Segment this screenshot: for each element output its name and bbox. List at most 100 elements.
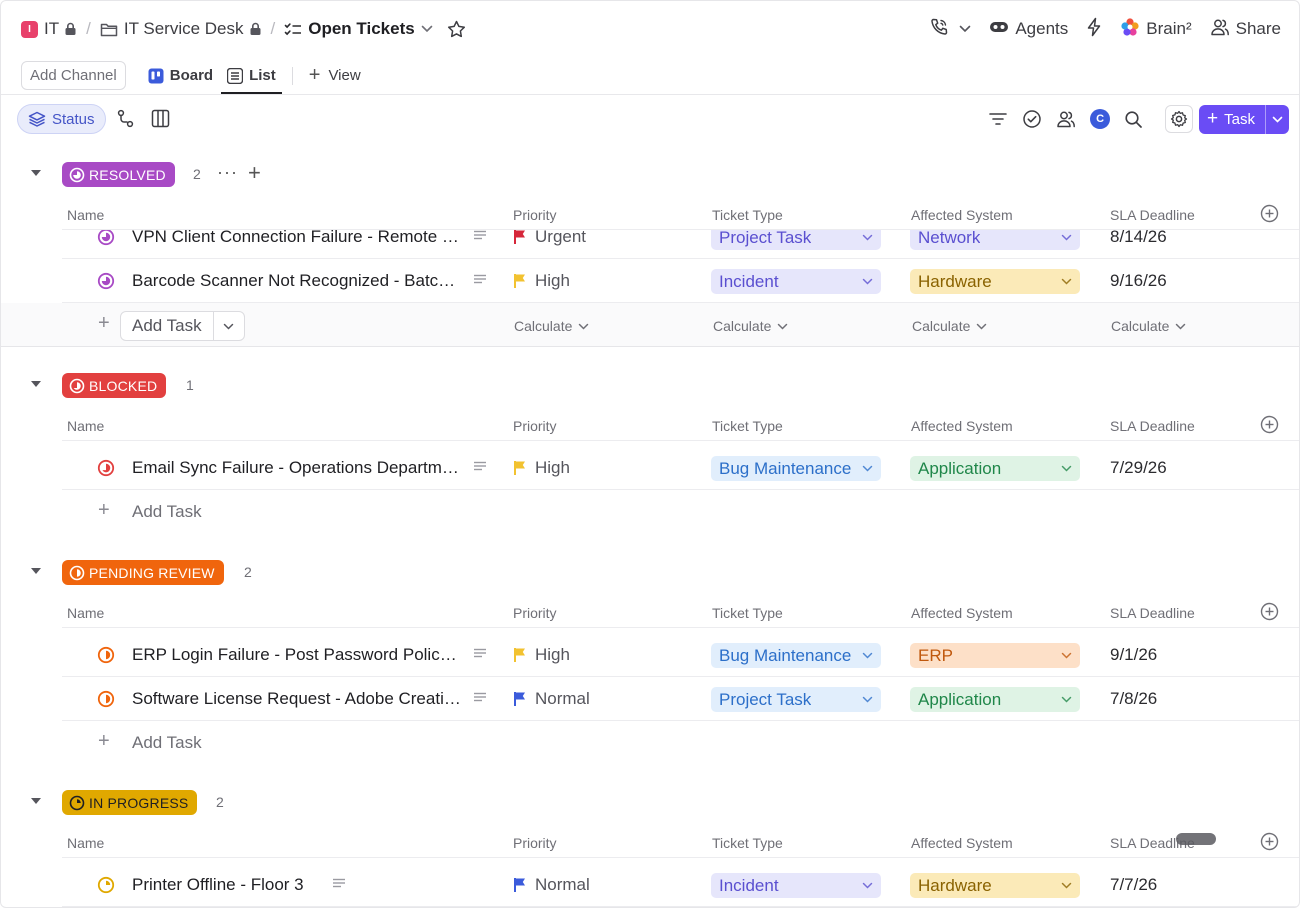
status-badge-pending-review[interactable]: PENDING REVIEW bbox=[62, 560, 224, 585]
automations-button[interactable] bbox=[1086, 17, 1102, 42]
ticket-type-dropdown[interactable]: Bug Maintenance bbox=[711, 456, 881, 481]
sla-deadline[interactable]: 9/1/26 bbox=[1110, 645, 1157, 665]
plus-icon[interactable]: + bbox=[98, 730, 110, 753]
settings-button[interactable] bbox=[1165, 105, 1194, 133]
table-row[interactable]: ERP Login Failure - Post Password Policy… bbox=[1, 633, 1299, 677]
search-icon[interactable] bbox=[1124, 110, 1143, 129]
status-blocked-icon[interactable] bbox=[97, 459, 115, 477]
add-column-icon[interactable] bbox=[1260, 832, 1279, 854]
status-badge-in-progress[interactable]: IN PROGRESS bbox=[62, 790, 198, 815]
add-view-button[interactable]: + View bbox=[309, 64, 361, 87]
add-column-icon[interactable] bbox=[1260, 415, 1279, 437]
col-ticket-type[interactable]: Ticket Type bbox=[712, 835, 783, 851]
task-name[interactable]: Barcode Scanner Not Recognized - Batch S… bbox=[132, 271, 462, 291]
col-priority[interactable]: Priority bbox=[513, 418, 557, 434]
col-sla-deadline[interactable]: SLA Deadline bbox=[1110, 418, 1195, 434]
new-task-dropdown[interactable] bbox=[1265, 104, 1289, 134]
table-row[interactable]: VPN Client Connection Failure - Remote U… bbox=[1, 230, 1299, 259]
col-affected-system[interactable]: Affected System bbox=[911, 835, 1013, 851]
col-name[interactable]: Name bbox=[67, 418, 104, 434]
add-task-label[interactable]: Add Task bbox=[132, 502, 202, 522]
ticket-type-dropdown[interactable]: Incident bbox=[711, 873, 881, 898]
sla-deadline[interactable]: 7/8/26 bbox=[1110, 689, 1157, 709]
priority-cell[interactable]: Normal bbox=[513, 689, 590, 709]
check-circle-icon[interactable] bbox=[1022, 109, 1042, 129]
col-ticket-type[interactable]: Ticket Type bbox=[712, 605, 783, 621]
status-pending-icon[interactable] bbox=[97, 646, 115, 664]
task-name[interactable]: Email Sync Failure - Operations Departme… bbox=[132, 458, 462, 478]
chevron-down-icon[interactable] bbox=[214, 323, 244, 330]
table-row[interactable]: Barcode Scanner Not Recognized - Batch S… bbox=[1, 259, 1299, 303]
share-button[interactable]: Share bbox=[1210, 18, 1281, 41]
collapse-caret-icon[interactable] bbox=[30, 380, 42, 388]
ticket-type-dropdown[interactable]: Bug Maintenance bbox=[711, 643, 881, 668]
col-ticket-type[interactable]: Ticket Type bbox=[712, 418, 783, 434]
chevron-down-icon[interactable] bbox=[959, 25, 971, 33]
collapse-caret-icon[interactable] bbox=[30, 567, 42, 575]
new-task-button[interactable]: + Task bbox=[1199, 104, 1289, 134]
task-name[interactable]: VPN Client Connection Failure - Remote U… bbox=[132, 230, 462, 247]
col-ticket-type[interactable]: Ticket Type bbox=[712, 207, 783, 223]
col-affected-system[interactable]: Affected System bbox=[911, 207, 1013, 223]
ticket-type-dropdown[interactable]: Incident bbox=[711, 269, 881, 294]
filter-icon[interactable] bbox=[988, 111, 1008, 127]
tab-board[interactable]: Board bbox=[148, 57, 213, 94]
add-channel-button[interactable]: Add Channel bbox=[21, 61, 126, 90]
col-name[interactable]: Name bbox=[67, 605, 104, 621]
priority-cell[interactable]: Normal bbox=[513, 875, 590, 895]
affected-system-dropdown[interactable]: Network bbox=[910, 230, 1080, 250]
table-row[interactable]: Email Sync Failure - Operations Departme… bbox=[1, 446, 1299, 490]
breadcrumb-current-list[interactable]: Open Tickets bbox=[308, 19, 414, 39]
tab-list[interactable]: List bbox=[221, 57, 282, 94]
star-icon[interactable] bbox=[447, 20, 466, 38]
breadcrumb-space[interactable]: IT Service Desk bbox=[124, 19, 244, 39]
calculate-sla-deadline[interactable]: Calculate bbox=[1111, 318, 1186, 334]
brain-button[interactable]: Brain² bbox=[1120, 17, 1192, 42]
table-row[interactable]: Software License Request - Adobe Creativ… bbox=[1, 677, 1299, 721]
affected-system-dropdown[interactable]: ERP bbox=[910, 643, 1080, 668]
priority-cell[interactable]: High bbox=[513, 645, 570, 665]
status-resolved-icon[interactable] bbox=[97, 272, 115, 290]
status-badge-resolved[interactable]: RESOLVED bbox=[62, 162, 175, 187]
affected-system-dropdown[interactable]: Application bbox=[910, 456, 1080, 481]
assignees-icon[interactable] bbox=[1056, 110, 1076, 128]
call-button[interactable] bbox=[929, 17, 971, 42]
priority-cell[interactable]: High bbox=[513, 458, 570, 478]
priority-cell[interactable]: Urgent bbox=[513, 230, 586, 247]
calculate-affected-system[interactable]: Calculate bbox=[912, 318, 987, 334]
sla-deadline[interactable]: 7/29/26 bbox=[1110, 458, 1167, 478]
task-name[interactable]: ERP Login Failure - Post Password Policy… bbox=[132, 645, 462, 665]
breadcrumb-workspace[interactable]: IT bbox=[44, 19, 59, 39]
col-priority[interactable]: Priority bbox=[513, 835, 557, 851]
col-sla-deadline[interactable]: SLA Deadline bbox=[1110, 605, 1195, 621]
status-in-progress-icon[interactable] bbox=[97, 876, 115, 894]
user-avatar[interactable]: C bbox=[1090, 109, 1111, 129]
col-affected-system[interactable]: Affected System bbox=[911, 605, 1013, 621]
col-affected-system[interactable]: Affected System bbox=[911, 418, 1013, 434]
columns-icon[interactable] bbox=[151, 109, 170, 128]
sla-deadline[interactable]: 9/16/26 bbox=[1110, 271, 1167, 291]
subtasks-icon[interactable] bbox=[117, 109, 135, 129]
plus-icon[interactable]: + bbox=[98, 312, 110, 335]
ticket-type-dropdown[interactable]: Project Task bbox=[711, 230, 881, 250]
new-task-main[interactable]: + Task bbox=[1199, 105, 1265, 134]
more-options-icon[interactable]: ··· bbox=[217, 162, 238, 183]
sla-deadline[interactable]: 8/14/26 bbox=[1110, 230, 1167, 247]
col-name[interactable]: Name bbox=[67, 835, 104, 851]
chevron-down-icon[interactable] bbox=[421, 25, 433, 33]
add-task-row[interactable]: + Add Task bbox=[1, 490, 1299, 534]
calculate-priority[interactable]: Calculate bbox=[514, 318, 589, 334]
group-by-status-button[interactable]: Status bbox=[17, 104, 106, 134]
col-priority[interactable]: Priority bbox=[513, 207, 557, 223]
add-column-icon[interactable] bbox=[1260, 602, 1279, 624]
priority-cell[interactable]: High bbox=[513, 271, 570, 291]
sla-deadline[interactable]: 7/7/26 bbox=[1110, 875, 1157, 895]
add-task-label[interactable]: Add Task bbox=[132, 733, 202, 753]
affected-system-dropdown[interactable]: Hardware bbox=[910, 873, 1080, 898]
status-badge-blocked[interactable]: BLOCKED bbox=[62, 373, 167, 398]
task-name[interactable]: Printer Offline - Floor 3 bbox=[132, 875, 304, 895]
collapse-caret-icon[interactable] bbox=[30, 797, 42, 805]
table-row[interactable]: Printer Offline - Floor 3 Normal Inciden… bbox=[1, 863, 1299, 907]
ticket-type-dropdown[interactable]: Project Task bbox=[711, 687, 881, 712]
add-task-row[interactable]: + Add Task bbox=[1, 721, 1299, 765]
